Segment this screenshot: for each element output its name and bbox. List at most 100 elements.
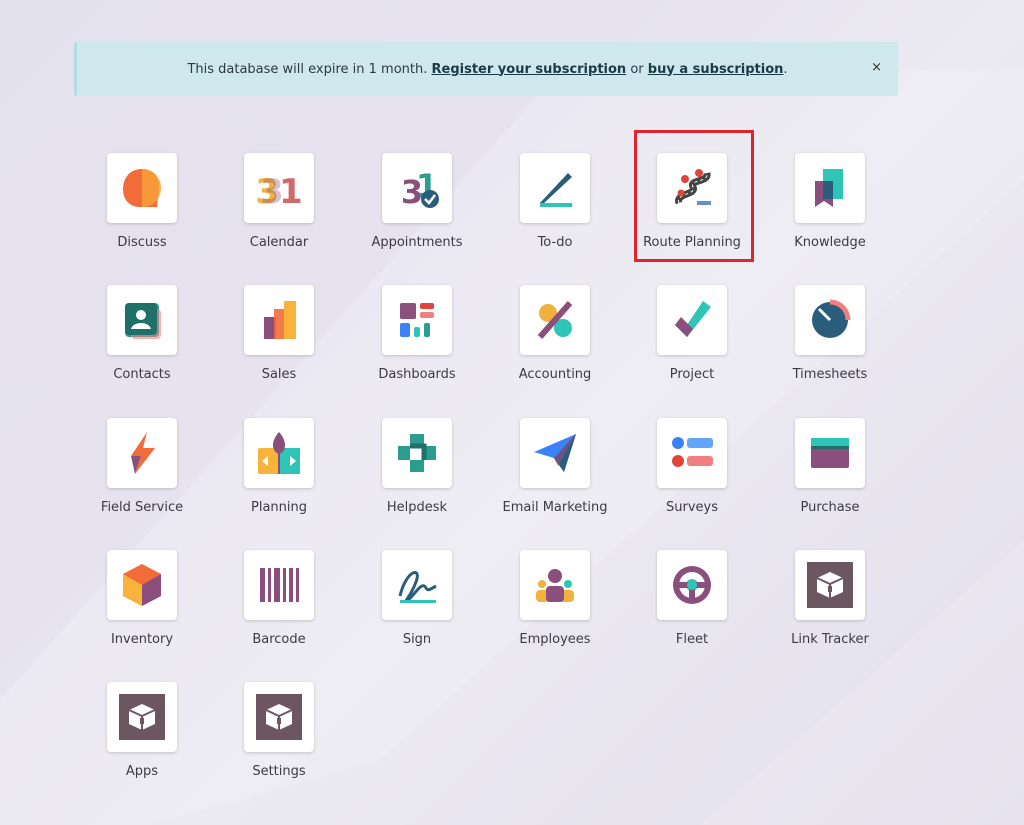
app-label: Dashboards <box>378 367 456 382</box>
app-tile[interactable] <box>382 418 452 488</box>
helpdesk-icon <box>398 434 436 472</box>
app-contacts[interactable]: Contacts <box>82 285 202 382</box>
app-tile[interactable]: 31 <box>382 153 452 223</box>
app-tile[interactable] <box>107 550 177 620</box>
app-discuss[interactable]: Discuss <box>82 153 202 250</box>
app-label: Accounting <box>518 367 592 382</box>
app-label: Project <box>669 367 715 382</box>
app-tile[interactable] <box>382 550 452 620</box>
app-tile[interactable] <box>520 418 590 488</box>
barcode-icon <box>260 568 299 602</box>
app-tile[interactable] <box>795 153 865 223</box>
app-label: Contacts <box>113 367 171 382</box>
app-todo[interactable]: To-do <box>495 153 615 250</box>
app-label: Helpdesk <box>386 500 448 515</box>
close-icon[interactable]: × <box>871 60 882 75</box>
app-label: Apps <box>125 764 159 779</box>
register-subscription-link[interactable]: Register your subscription <box>432 62 627 77</box>
link-tracker-icon <box>807 562 853 608</box>
app-label: Planning <box>251 500 307 515</box>
app-label: Appointments <box>371 235 463 250</box>
settings-icon <box>256 694 302 740</box>
app-appointments[interactable]: 3 1 Appointments <box>357 153 477 250</box>
app-tile[interactable] <box>107 418 177 488</box>
app-label: Surveys <box>666 500 718 515</box>
app-tile[interactable] <box>657 550 727 620</box>
sign-icon <box>398 571 437 603</box>
app-tile[interactable] <box>244 550 314 620</box>
knowledge-icon <box>815 169 843 207</box>
app-tile[interactable] <box>520 285 590 355</box>
app-sign[interactable]: Sign <box>357 550 477 647</box>
app-tile[interactable] <box>382 285 452 355</box>
svg-text:3: 3 <box>260 172 284 212</box>
app-sales[interactable]: Sales <box>219 285 339 382</box>
expiration-banner: This database will expire in 1 month. Re… <box>74 42 898 96</box>
app-tile[interactable] <box>795 418 865 488</box>
app-tile[interactable] <box>244 418 314 488</box>
app-field-service[interactable]: Field Service <box>82 418 202 515</box>
app-label: Calendar <box>249 235 309 250</box>
sales-icon <box>264 301 296 339</box>
app-label: Field Service <box>100 500 184 515</box>
fleet-icon <box>673 566 711 604</box>
app-knowledge[interactable]: Knowledge <box>770 153 890 250</box>
app-label: Knowledge <box>794 235 866 250</box>
app-inventory[interactable]: Inventory <box>82 550 202 647</box>
route-planning-highlight <box>634 130 754 262</box>
app-accounting[interactable]: Accounting <box>495 285 615 382</box>
app-fleet[interactable]: Fleet <box>632 550 752 647</box>
buy-subscription-link[interactable]: buy a subscription <box>648 62 784 77</box>
app-tile[interactable] <box>107 153 177 223</box>
app-helpdesk[interactable]: Helpdesk <box>357 418 477 515</box>
field-service-icon <box>131 432 155 474</box>
app-project[interactable]: Project <box>632 285 752 382</box>
app-tile[interactable]: 31 3 <box>244 153 314 223</box>
dashboards-icon <box>400 303 434 337</box>
app-label: Fleet <box>675 632 709 647</box>
app-tile[interactable] <box>107 285 177 355</box>
app-label: Sales <box>261 367 297 382</box>
app-calendar[interactable]: 31 3 Calendar <box>219 153 339 250</box>
app-tile[interactable] <box>244 682 314 752</box>
app-tile[interactable] <box>795 285 865 355</box>
app-tile[interactable] <box>107 682 177 752</box>
app-label: Inventory <box>110 632 174 647</box>
apps-icon <box>119 694 165 740</box>
app-label: Settings <box>252 764 306 779</box>
app-label: Purchase <box>800 500 860 515</box>
app-purchase[interactable]: Purchase <box>770 418 890 515</box>
app-label: Barcode <box>252 632 306 647</box>
app-dashboards[interactable]: Dashboards <box>357 285 477 382</box>
app-settings[interactable]: Settings <box>219 682 339 779</box>
app-timesheets[interactable]: Timesheets <box>770 285 890 382</box>
app-surveys[interactable]: Surveys <box>632 418 752 515</box>
app-tile[interactable] <box>520 550 590 620</box>
timesheets-icon <box>812 299 851 338</box>
app-barcode[interactable]: Barcode <box>219 550 339 647</box>
app-tile[interactable] <box>657 285 727 355</box>
app-label: Timesheets <box>792 367 868 382</box>
app-planning[interactable]: Planning <box>219 418 339 515</box>
employees-icon <box>536 569 574 602</box>
appointments-icon: 31 <box>401 167 439 211</box>
app-employees[interactable]: Employees <box>495 550 615 647</box>
app-label: To-do <box>537 235 573 250</box>
inventory-icon <box>123 564 161 606</box>
app-tile[interactable] <box>520 153 590 223</box>
app-tile[interactable] <box>657 418 727 488</box>
app-label: Sign <box>402 632 432 647</box>
banner-text: This database will expire in 1 month. <box>187 61 428 77</box>
app-tile[interactable] <box>795 550 865 620</box>
todo-icon <box>540 173 572 207</box>
discuss-icon <box>123 169 161 208</box>
project-icon <box>675 301 711 337</box>
purchase-icon <box>811 438 849 468</box>
app-tile[interactable] <box>244 285 314 355</box>
app-link-tracker[interactable]: Link Tracker <box>770 550 890 647</box>
surveys-icon <box>672 437 713 467</box>
app-email-marketing[interactable]: Email Marketing <box>495 418 615 515</box>
calendar-icon: 313 <box>255 172 302 212</box>
app-label: Email Marketing <box>502 500 608 515</box>
app-apps[interactable]: Apps <box>82 682 202 779</box>
